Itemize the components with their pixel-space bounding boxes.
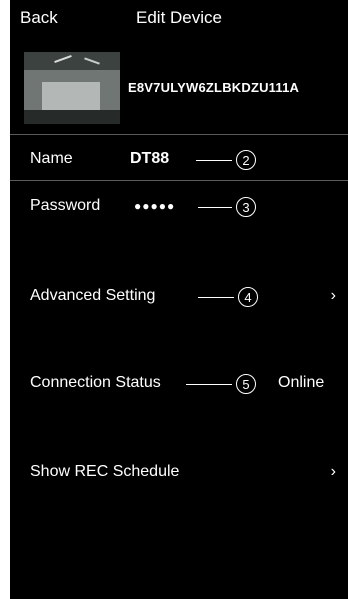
rec-schedule-row[interactable]: Show REC Schedule ›: [10, 463, 348, 485]
connection-status-value: Online: [278, 374, 325, 391]
callout-number: 4: [238, 287, 258, 307]
callout-2: 2: [196, 150, 256, 170]
callout-number: 3: [236, 197, 256, 217]
chevron-right-icon: ›: [330, 463, 336, 480]
page-title: Edit Device: [136, 8, 222, 27]
connection-status-row: Connection Status 5 Online: [10, 374, 348, 396]
camera-thumbnail[interactable]: [24, 52, 120, 124]
device-uid: E8V7ULYW6ZLBKDZU111A: [128, 80, 300, 95]
device-header: E8V7ULYW6ZLBKDZU111A: [10, 52, 348, 128]
divider: [10, 134, 348, 135]
chevron-right-icon: ›: [330, 287, 336, 304]
callout-number: 2: [236, 150, 256, 170]
password-label: Password: [30, 197, 101, 214]
name-label: Name: [30, 150, 73, 167]
connection-status-label: Connection Status: [30, 374, 161, 391]
rec-schedule-label: Show REC Schedule: [30, 463, 180, 480]
name-value[interactable]: DT88: [130, 150, 169, 168]
callout-line: [0, 11, 10, 12]
divider: [10, 180, 348, 181]
advanced-setting-label: Advanced Setting: [30, 287, 156, 304]
edit-device-screen: Back Edit Device E8V7ULYW6ZLBKDZU111A Na…: [10, 0, 348, 599]
password-value[interactable]: ●●●●●: [134, 199, 175, 213]
name-row[interactable]: Name DT88 2: [10, 150, 348, 172]
callout-number: 5: [236, 374, 256, 394]
advanced-setting-row[interactable]: Advanced Setting 4 ›: [10, 287, 348, 309]
callout-3: 3: [198, 197, 256, 217]
callout-4: 4: [198, 287, 258, 307]
callout-5: 5: [186, 374, 256, 394]
password-row[interactable]: Password ●●●●● 3: [10, 197, 348, 219]
